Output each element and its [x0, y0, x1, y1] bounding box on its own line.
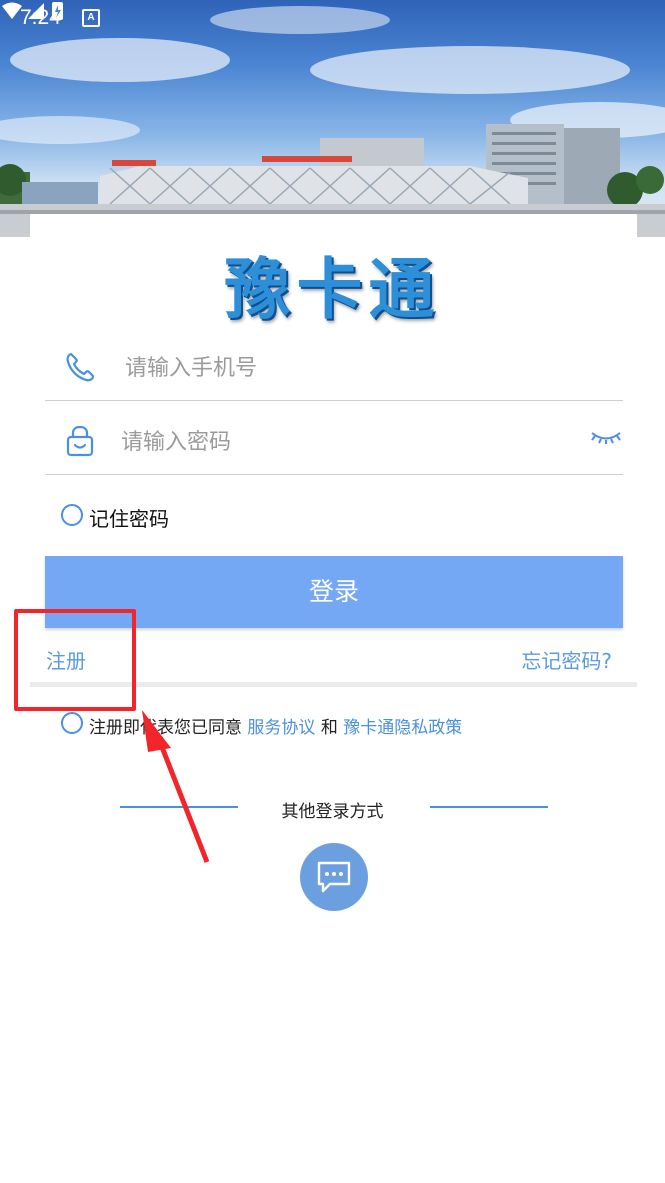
other-login-label: 其他登录方式: [281, 802, 384, 822]
password-placeholder: 请输入密码: [121, 430, 232, 455]
annotation-highlight-box: [14, 609, 136, 711]
password-field[interactable]: 请输入密码: [45, 402, 623, 475]
phone-placeholder: 请输入手机号: [125, 356, 258, 381]
message-icon: [317, 861, 351, 893]
wifi-icon: [2, 2, 22, 19]
app-logo: 豫卡通: [0, 236, 665, 332]
logo-text: 豫卡通: [224, 251, 441, 328]
notification-icon: A: [82, 9, 100, 27]
sms-login-button[interactable]: [300, 843, 368, 911]
status-icons: [2, 2, 63, 20]
lock-icon: [66, 425, 94, 457]
remember-radio[interactable]: [61, 504, 83, 526]
privacy-policy-link[interactable]: 豫卡通隐私政策: [343, 718, 462, 738]
phone-field[interactable]: 请输入手机号: [45, 328, 623, 401]
agreement-text: 注册即代表您已同意 服务协议 和 豫卡通隐私政策: [89, 713, 462, 738]
agreement-prefix: 注册即代表您已同意: [89, 718, 242, 738]
forgot-password-link[interactable]: 忘记密码?: [521, 645, 612, 674]
phone-icon: [66, 352, 95, 382]
agreement-and: 和: [320, 718, 338, 738]
eye-closed-icon[interactable]: [589, 424, 623, 450]
agreement-radio[interactable]: [61, 712, 83, 734]
status-bar: 7:24 A: [0, 0, 665, 36]
service-agreement-link[interactable]: 服务协议: [247, 718, 315, 738]
header-banner-image: 7:24 A: [0, 0, 665, 237]
signal-icon: [28, 3, 44, 19]
remember-label: 记住密码: [89, 507, 169, 531]
